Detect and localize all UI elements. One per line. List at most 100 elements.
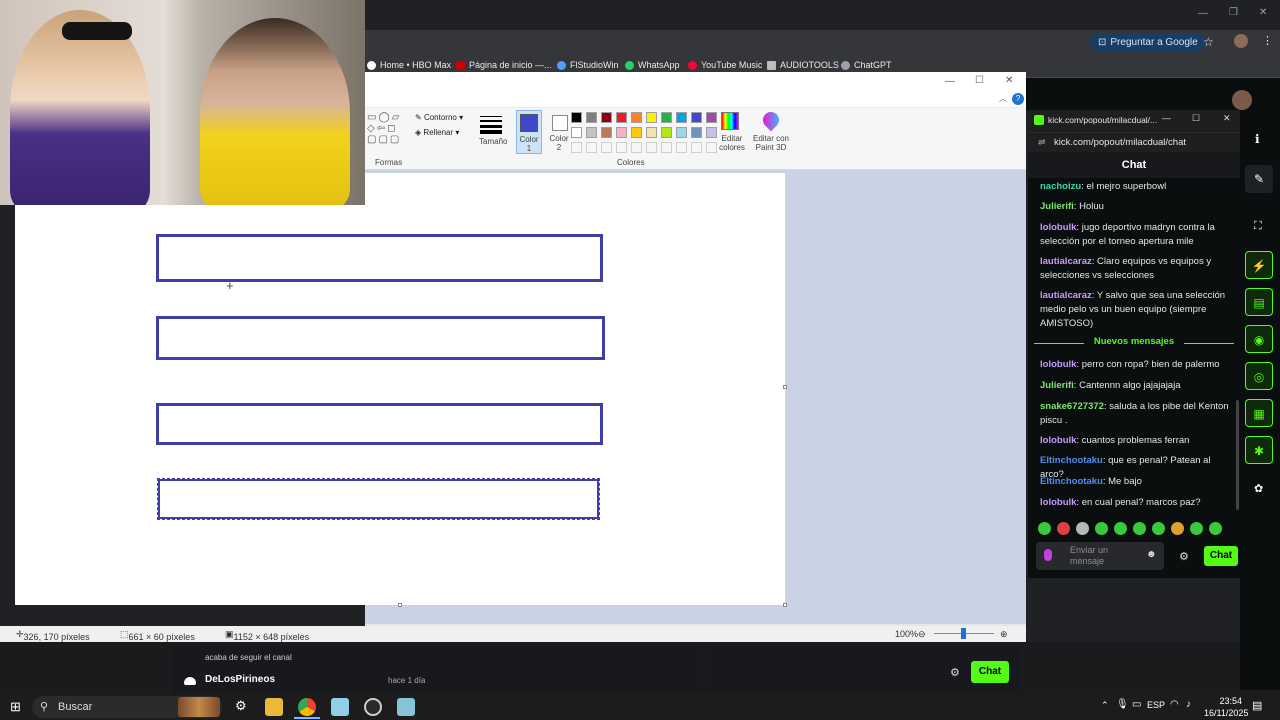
streamer-avatar[interactable] — [1232, 90, 1252, 110]
fill-dropdown[interactable]: ◈ Rellenar ▾ — [415, 128, 459, 137]
palette-custom-swatch[interactable] — [646, 142, 657, 153]
emote-icon[interactable] — [1133, 522, 1146, 535]
chrome-icon[interactable] — [298, 698, 316, 716]
notepad-icon[interactable] — [331, 698, 349, 716]
apps-icon[interactable]: ✿ — [1254, 482, 1263, 495]
emote-icon[interactable] — [1190, 522, 1203, 535]
palette-swatch[interactable] — [571, 127, 582, 138]
palette-custom-swatch[interactable] — [631, 142, 642, 153]
palette-custom-swatch[interactable] — [691, 142, 702, 153]
emote-icon[interactable] — [1152, 522, 1165, 535]
maximize-icon[interactable]: ❐ — [1229, 7, 1238, 18]
paint-close-icon[interactable]: ✕ — [1005, 75, 1013, 86]
palette-swatch[interactable] — [586, 127, 597, 138]
color1-button[interactable]: Color 1 — [516, 110, 542, 154]
bookmark-hbo[interactable]: Home • HBO Max — [367, 60, 451, 70]
palette-swatch[interactable] — [661, 127, 672, 138]
palette-swatch[interactable] — [676, 127, 687, 138]
palette-custom-swatch[interactable] — [571, 142, 582, 153]
emoji-icon[interactable]: ☻ — [1146, 549, 1157, 560]
palette-swatch[interactable] — [706, 112, 717, 123]
edit-colors-button[interactable]: Editar colores — [717, 134, 747, 152]
emote-icon[interactable] — [1076, 522, 1089, 535]
chat-bubble-icon[interactable]: ◉ — [1245, 325, 1273, 353]
palette-swatch[interactable] — [631, 127, 642, 138]
ask-google-button[interactable]: ⊡ Preguntar a Google — [1090, 33, 1206, 51]
palette-custom-swatch[interactable] — [661, 142, 672, 153]
palette-swatch[interactable] — [691, 112, 702, 123]
palette-custom-swatch[interactable] — [601, 142, 612, 153]
size-button[interactable]: Tamaño — [479, 137, 507, 146]
palette-custom-swatch[interactable] — [616, 142, 627, 153]
edit-colors-icon[interactable] — [721, 112, 739, 130]
rectangle-shape-3[interactable] — [156, 403, 603, 445]
obs-settings-icon[interactable]: ⚙ — [950, 666, 960, 679]
info-icon[interactable]: ℹ — [1255, 132, 1260, 146]
broadcast-icon[interactable]: ◎ — [1245, 362, 1273, 390]
chat-settings-icon[interactable]: ⚙ — [1179, 550, 1189, 563]
palette-swatch[interactable] — [616, 127, 627, 138]
edit-paint3d-button[interactable]: Editar con Paint 3D — [751, 134, 791, 152]
paint-maximize-icon[interactable]: ☐ — [975, 75, 984, 86]
zoom-slider-thumb[interactable] — [961, 628, 966, 639]
file-explorer-icon[interactable] — [265, 698, 283, 716]
volume-icon[interactable]: ♪ — [1186, 699, 1191, 710]
emote-icon[interactable] — [1095, 522, 1108, 535]
palette-swatch[interactable] — [571, 112, 582, 123]
kick-minimize-icon[interactable]: — — [1162, 113, 1171, 123]
palette-swatch[interactable] — [586, 112, 597, 123]
palette-custom-swatch[interactable] — [676, 142, 687, 153]
paint3d-icon[interactable] — [759, 108, 783, 132]
emote-icon[interactable] — [1114, 522, 1127, 535]
palette-swatch[interactable] — [661, 112, 672, 123]
tray-chevron-icon[interactable]: ⌃ — [1101, 700, 1109, 711]
settings-icon[interactable]: ⚙ — [235, 698, 247, 714]
language-indicator[interactable]: ESP — [1147, 700, 1165, 710]
help-icon[interactable]: ? — [1012, 93, 1024, 105]
collapse-ribbon-icon[interactable]: ︿ — [999, 93, 1007, 104]
microphone-icon[interactable] — [1044, 549, 1052, 561]
star-icon[interactable]: ☆ — [1203, 35, 1214, 49]
notifications-icon[interactable]: ▤ — [1252, 699, 1262, 712]
color2-button[interactable]: Color 2 — [547, 110, 573, 154]
rectangle-shape-2[interactable] — [156, 316, 605, 360]
layout-icon[interactable]: ▦ — [1245, 399, 1273, 427]
bookmark-whatsapp[interactable]: WhatsApp — [625, 60, 680, 70]
obs-chat-button[interactable]: Chat — [971, 661, 1009, 683]
site-info-icon[interactable]: ⇌ — [1038, 137, 1046, 148]
more-menu-icon[interactable]: ⋮ — [1262, 34, 1273, 47]
app-icon[interactable] — [397, 698, 415, 716]
bookmark-youtube-music[interactable]: YouTube Music — [688, 60, 762, 70]
profile-avatar[interactable] — [1234, 34, 1248, 48]
resize-handle-bottom[interactable] — [398, 603, 402, 607]
widgets-icon[interactable] — [178, 697, 220, 717]
emote-icon[interactable] — [1057, 522, 1070, 535]
chat-message-input[interactable]: Enviar un mensaje ☻ — [1036, 542, 1164, 570]
resize-handle-right[interactable] — [783, 385, 787, 389]
obs-icon[interactable] — [364, 698, 382, 716]
palette-swatch[interactable] — [676, 112, 687, 123]
windows-start-icon[interactable]: ⊞ — [10, 699, 21, 715]
emote-icon[interactable] — [1171, 522, 1184, 535]
palette-swatch[interactable] — [601, 112, 612, 123]
palette-custom-swatch[interactable] — [586, 142, 597, 153]
resize-handle-corner[interactable] — [783, 603, 787, 607]
palette-swatch[interactable] — [691, 127, 702, 138]
zoom-out-icon[interactable]: ⊖ — [918, 629, 926, 640]
palette-swatch[interactable] — [646, 112, 657, 123]
rectangle-shape-1[interactable] — [156, 234, 603, 282]
bookmark-audiotools[interactable]: AUDIOTOOLS — [767, 60, 839, 70]
outline-dropdown[interactable]: ✎ Contorno ▾ — [415, 113, 463, 122]
network-icon[interactable]: ◠ — [1170, 699, 1179, 710]
emote-icon[interactable] — [1209, 522, 1222, 535]
size-icon[interactable] — [480, 114, 502, 134]
display-tray-icon[interactable]: ▭ — [1132, 699, 1141, 710]
fullscreen-icon[interactable]: ⛶ — [1254, 220, 1262, 233]
microphone-tray-icon[interactable]: 🎙 — [1116, 699, 1129, 710]
chat-scrollbar[interactable] — [1236, 400, 1239, 510]
bookmark-flstudio[interactable]: FlStudioWin — [557, 60, 619, 70]
minimize-icon[interactable]: — — [1198, 8, 1208, 19]
bookmark-chatgpt[interactable]: ChatGPT — [841, 60, 892, 70]
drawing-canvas[interactable]: + — [15, 173, 787, 607]
rectangle-shape-selected[interactable] — [157, 478, 600, 520]
